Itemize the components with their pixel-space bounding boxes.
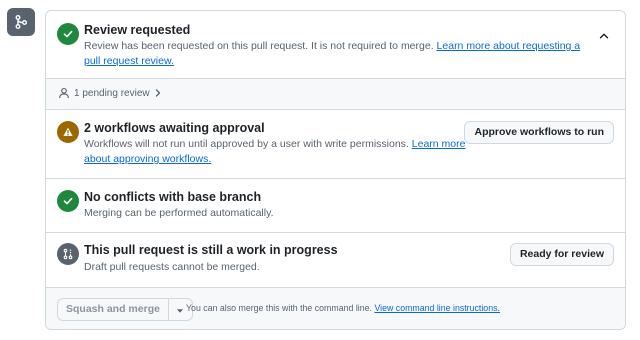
- workflows-description-text: Workflows will not run until approved by…: [84, 138, 409, 150]
- workflows-title: 2 workflows awaiting approval: [84, 121, 265, 135]
- chevron-right-icon: [154, 88, 162, 98]
- merge-status-page: Review requested Review has been request…: [0, 0, 640, 340]
- squash-and-merge-button[interactable]: Squash and merge: [57, 298, 169, 321]
- conflicts-description: Merging can be performed automatically.: [84, 207, 274, 219]
- wip-description: Draft pull requests cannot be merged.: [84, 261, 260, 273]
- check-circle-icon: [57, 190, 79, 212]
- review-section: Review requested Review has been request…: [46, 11, 625, 79]
- wip-section: This pull request is still a work in pro…: [46, 233, 625, 288]
- command-line-instructions-link[interactable]: View command line instructions.: [374, 303, 500, 313]
- check-circle-icon: [57, 23, 79, 45]
- review-title: Review requested: [84, 23, 191, 37]
- review-description-text: Review has been requested on this pull r…: [84, 40, 434, 52]
- triangle-down-icon: [176, 301, 184, 319]
- conflicts-title: No conflicts with base branch: [84, 190, 262, 204]
- wip-title: This pull request is still a work in pro…: [84, 243, 338, 257]
- merge-section: Squash and merge You can also merge this…: [46, 288, 625, 329]
- review-description: Review has been requested on this pull r…: [84, 39, 594, 69]
- command-line-note-text: You can also merge this with the command…: [186, 303, 372, 313]
- pending-review-link[interactable]: 1 pending review: [58, 87, 162, 99]
- person-icon: [58, 87, 70, 99]
- merge-button-group: Squash and merge: [57, 298, 193, 321]
- git-pull-request-draft-icon: [57, 243, 79, 265]
- pending-review-label: 1 pending review: [74, 87, 150, 99]
- ready-for-review-button[interactable]: Ready for review: [509, 243, 614, 266]
- chevron-up-icon[interactable]: [597, 29, 611, 43]
- git-merge-icon: [7, 8, 35, 36]
- workflows-section: 2 workflows awaiting approval Workflows …: [46, 110, 625, 179]
- workflows-description: Workflows will not run until approved by…: [84, 137, 469, 167]
- conflicts-section: No conflicts with base branch Merging ca…: [46, 179, 625, 233]
- approve-workflows-button[interactable]: Approve workflows to run: [464, 121, 614, 144]
- command-line-note: You can also merge this with the command…: [186, 303, 500, 313]
- merge-box: Review requested Review has been request…: [45, 10, 626, 330]
- alert-icon: [57, 121, 79, 143]
- pending-review-section: 1 pending review: [46, 79, 625, 110]
